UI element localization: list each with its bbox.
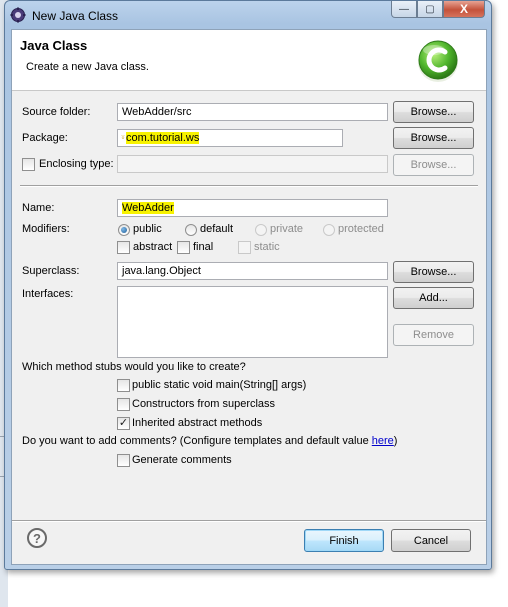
- help-icon: ?: [33, 530, 41, 546]
- close-icon: X: [459, 2, 468, 16]
- wizard-page-description: Create a new Java class.: [26, 61, 149, 73]
- protected-radio-label: protected: [338, 223, 384, 235]
- configure-templates-link[interactable]: here: [372, 435, 394, 447]
- constructors-label: Constructors from superclass: [132, 398, 276, 410]
- interfaces-label: Interfaces:: [22, 288, 74, 300]
- public-radio[interactable]: [118, 224, 130, 236]
- help-button[interactable]: ?: [27, 528, 47, 548]
- finish-button[interactable]: Finish: [304, 529, 384, 552]
- superclass-browse-button[interactable]: Browse...: [393, 261, 474, 283]
- comments-question: Do you want to add comments? (Configure …: [22, 435, 397, 447]
- abstract-checkbox[interactable]: [117, 241, 130, 254]
- package-label: Package:: [22, 132, 68, 144]
- inherited-abstract-label: Inherited abstract methods: [132, 417, 263, 429]
- enclosing-type-browse-button[interactable]: Browse...: [393, 154, 474, 176]
- constructors-checkbox[interactable]: [117, 398, 130, 411]
- dialog-window: New Java Class — ▢ X Java Class Create a…: [4, 0, 492, 570]
- remove-interface-button[interactable]: Remove: [393, 324, 474, 346]
- comments-question-close: ): [393, 435, 398, 447]
- protected-radio[interactable]: [323, 224, 335, 236]
- method-stubs-question: Which method stubs would you like to cre…: [22, 361, 246, 373]
- interfaces-list[interactable]: [117, 286, 388, 358]
- name-field[interactable]: WebAdder: [117, 199, 388, 217]
- comments-question-text: Do you want to add comments? (Configure …: [22, 435, 372, 447]
- main-method-checkbox[interactable]: [117, 379, 130, 392]
- default-radio-label: default: [200, 223, 234, 235]
- window-title: New Java Class: [32, 9, 119, 23]
- modifiers-label: Modifiers:: [22, 223, 70, 235]
- close-button[interactable]: X: [443, 1, 485, 18]
- superclass-field[interactable]: java.lang.Object: [117, 262, 388, 280]
- wizard-page-title: Java Class: [20, 38, 88, 53]
- superclass-label: Superclass:: [22, 265, 80, 277]
- generate-comments-checkbox[interactable]: [117, 454, 130, 467]
- private-radio-label: private: [270, 223, 304, 235]
- enclosing-type-checkbox[interactable]: [22, 158, 35, 171]
- minimize-icon: —: [399, 3, 409, 15]
- abstract-checkbox-label: abstract: [133, 241, 173, 253]
- dialog-client-area: Java Class Create a new Java class. Sour…: [11, 29, 487, 565]
- source-folder-label: Source folder:: [22, 106, 91, 118]
- maximize-icon: ▢: [425, 3, 435, 15]
- inherited-abstract-checkbox[interactable]: ✓: [117, 417, 130, 430]
- add-interface-button[interactable]: Add...: [393, 287, 474, 309]
- footer-separator: [12, 520, 486, 522]
- final-checkbox[interactable]: [177, 241, 190, 254]
- package-value: com.tutorial.ws: [126, 132, 200, 144]
- main-method-label: public static void main(String[] args): [132, 379, 307, 391]
- enclosing-type-field[interactable]: [117, 155, 388, 173]
- generate-comments-label: Generate comments: [132, 454, 232, 466]
- default-radio[interactable]: [185, 224, 197, 236]
- private-radio[interactable]: [255, 224, 267, 236]
- source-folder-field[interactable]: WebAdder/src: [117, 103, 388, 121]
- package-browse-button[interactable]: Browse...: [393, 127, 474, 149]
- package-field[interactable]: ⍤com.tutorial.ws: [117, 129, 343, 147]
- title-bar[interactable]: New Java Class — ▢ X: [5, 1, 491, 29]
- source-folder-browse-button[interactable]: Browse...: [393, 101, 474, 123]
- name-value: WebAdder: [122, 202, 174, 214]
- cancel-button[interactable]: Cancel: [391, 529, 471, 552]
- enclosing-type-label: Enclosing type:: [39, 158, 114, 170]
- public-radio-label: public: [133, 223, 162, 235]
- name-label: Name:: [22, 202, 55, 214]
- static-checkbox-label: static: [254, 241, 280, 253]
- final-checkbox-label: final: [193, 241, 214, 253]
- static-checkbox[interactable]: [238, 241, 251, 254]
- minimize-button[interactable]: —: [391, 1, 417, 18]
- class-wizard-c-icon: [418, 40, 458, 82]
- wizard-banner: Java Class Create a new Java class.: [12, 30, 486, 91]
- eclipse-gear-icon: [10, 7, 26, 23]
- maximize-button[interactable]: ▢: [417, 1, 443, 18]
- separator: [20, 185, 478, 187]
